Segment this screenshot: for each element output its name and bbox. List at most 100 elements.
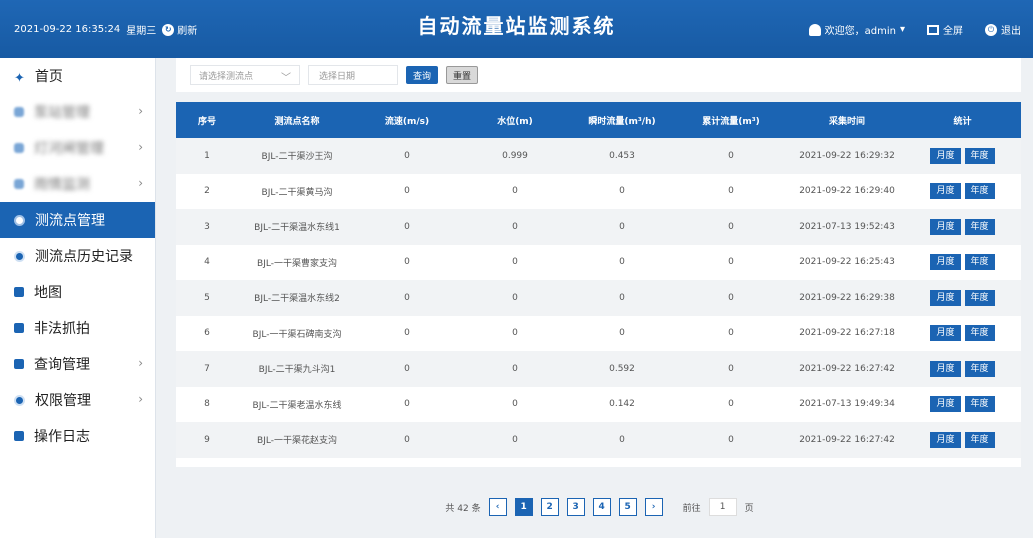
monthly-button[interactable]: 月度: [930, 325, 961, 342]
page-button-5[interactable]: 5: [618, 498, 637, 516]
table-cell: 0: [572, 244, 672, 280]
table-row: 4 BJL-一干渠曹家支沟 0 0 0 0 2021-09-22 16:25:43 月度 年度: [176, 244, 1021, 280]
chevron-right-icon: ›: [138, 392, 143, 406]
monthly-button[interactable]: 月度: [930, 183, 961, 200]
table-cell: 8: [176, 386, 238, 422]
column-header: 采集时间: [790, 102, 904, 138]
page-button-2[interactable]: 2: [540, 498, 559, 516]
monthly-button[interactable]: 月度: [930, 396, 961, 413]
query-button[interactable]: 查询: [406, 66, 439, 84]
table-cell: 0: [458, 173, 572, 209]
table-cell: 0: [672, 351, 790, 387]
reset-button[interactable]: 重置: [446, 66, 479, 84]
page-button-4[interactable]: 4: [592, 498, 611, 516]
log-icon: [14, 431, 24, 441]
monthly-button[interactable]: 月度: [930, 254, 961, 271]
stats-cell: 月度 年度: [904, 386, 1021, 422]
table-cell: [790, 457, 904, 466]
table-cell: 0: [672, 209, 790, 245]
shield-icon: [14, 394, 25, 406]
fullscreen-button[interactable]: 全屏: [927, 22, 963, 37]
table-cell: BJL-二干渠温水东线2: [238, 280, 356, 316]
goto-page-input[interactable]: 1: [708, 498, 737, 516]
table-cell: 0.592: [572, 351, 672, 387]
yearly-button[interactable]: 年度: [964, 183, 995, 200]
stats-cell: 月度 年度: [904, 138, 1021, 174]
yearly-button[interactable]: 年度: [964, 254, 995, 271]
sidebar-item-map[interactable]: 地图: [0, 274, 155, 310]
table-cell: BJL-二干渠沙王沟: [238, 138, 356, 174]
yearly-button[interactable]: 年度: [964, 147, 995, 164]
page-button-3[interactable]: 3: [566, 498, 585, 516]
sidebar-item-rain[interactable]: 雨情监测 ›: [0, 166, 155, 202]
blurred-icon: [14, 179, 24, 189]
flow-point-table: 序号 测流点名称 流速(m/s) 水位(m) 瞬时流量(m³/h) 累计流量(m…: [176, 102, 1021, 467]
sidebar-item-capture[interactable]: 非法抓拍: [0, 310, 155, 346]
yearly-button[interactable]: 年度: [964, 289, 995, 306]
stats-cell: 月度 年度: [904, 351, 1021, 387]
point-select-placeholder: 请选择测流点: [199, 71, 254, 82]
table-cell: [672, 457, 790, 466]
dot-icon: [14, 250, 25, 262]
table-cell: 0: [356, 315, 458, 351]
column-header: 水位(m): [458, 102, 572, 138]
yearly-button[interactable]: 年度: [964, 396, 995, 413]
monthly-button[interactable]: 月度: [930, 360, 961, 377]
monthly-button[interactable]: 月度: [930, 289, 961, 306]
user-menu[interactable]: 欢迎您，admin ▾: [808, 22, 905, 37]
page-button-1[interactable]: 1: [514, 498, 533, 516]
table-cell: BJL-一干渠曹家支沟: [238, 244, 356, 280]
table-cell: 0: [458, 209, 572, 245]
prev-page-button[interactable]: ‹: [488, 498, 507, 516]
table-cell: 0: [672, 315, 790, 351]
column-header: 流速(m/s): [356, 102, 458, 138]
sidebar-item-label: 测流点历史记录: [35, 249, 133, 265]
next-page-button[interactable]: ›: [644, 498, 663, 516]
table-cell: 3: [176, 209, 238, 245]
table-cell: 0: [356, 244, 458, 280]
blurred-icon: [14, 107, 24, 117]
table-cell: 0: [356, 386, 458, 422]
table-cell: 0: [356, 422, 458, 458]
sidebar-item-log[interactable]: 操作日志: [0, 418, 155, 454]
home-icon: ✦: [14, 71, 25, 86]
sidebar-item-flow-point[interactable]: 测流点管理: [0, 202, 155, 238]
top-header: 2021-09-22 16:35:24 星期三 ↻ 刷新 自动流量站监测系统 欢…: [0, 0, 1033, 58]
sidebar-item-label: 灯河闸管理: [34, 141, 104, 157]
yearly-button[interactable]: 年度: [964, 218, 995, 235]
table-row: 7 BJL-二干渠九斗沟1 0 0 0.592 0 2021-09-22 16:27:42 月…: [176, 351, 1021, 387]
sidebar-item-label: 权限管理: [35, 393, 91, 409]
table-cell: BJL-二干渠温水东线1: [238, 209, 356, 245]
table-cell: [356, 457, 458, 466]
table-row: 6 BJL-一干渠石碑南支沟 0 0 0 0 2021-09-22 16:27:18 月度 年度: [176, 315, 1021, 351]
point-select[interactable]: 请选择测流点 ﹀: [190, 65, 300, 85]
yearly-button[interactable]: 年度: [964, 431, 995, 448]
column-header: 累计流量(m³): [672, 102, 790, 138]
sidebar-item-permission[interactable]: 权限管理 ›: [0, 382, 155, 418]
sidebar-item-pump[interactable]: 泵站管理 ›: [0, 94, 155, 130]
sidebar-item-label: 查询管理: [34, 357, 90, 373]
chevron-right-icon: ›: [138, 356, 143, 370]
sidebar-item-label: 首页: [34, 69, 63, 85]
camera-icon: [14, 323, 24, 333]
sidebar-item-label: 操作日志: [34, 429, 90, 445]
sidebar-item-home[interactable]: ✦ 首页: [0, 58, 155, 94]
stats-cell: 月度 年度: [904, 280, 1021, 316]
query-icon: [14, 359, 24, 369]
monthly-button[interactable]: 月度: [930, 147, 961, 164]
total-count: 共 42 条: [445, 503, 481, 514]
date-input[interactable]: 选择日期: [308, 65, 398, 85]
yearly-button[interactable]: 年度: [964, 325, 995, 342]
table-cell: BJL-二干渠九斗沟1: [238, 351, 356, 387]
sidebar-item-query[interactable]: 查询管理 ›: [0, 346, 155, 382]
table-cell: 4: [176, 244, 238, 280]
table-cell: 0: [458, 244, 572, 280]
sidebar-item-gate[interactable]: 灯河闸管理 ›: [0, 130, 155, 166]
sidebar-item-flow-history[interactable]: 测流点历史记录: [0, 238, 155, 274]
table-cell: 2021-09-22 16:25:43: [790, 244, 904, 280]
logout-button[interactable]: ⏻ 退出: [985, 22, 1021, 37]
monthly-button[interactable]: 月度: [930, 218, 961, 235]
yearly-button[interactable]: 年度: [964, 360, 995, 377]
page-unit-label: 页: [744, 503, 754, 514]
monthly-button[interactable]: 月度: [930, 431, 961, 448]
